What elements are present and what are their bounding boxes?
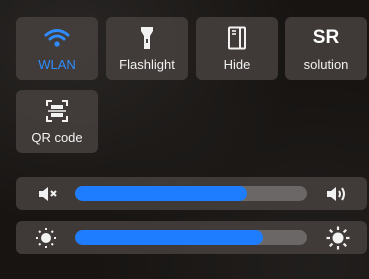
tile-label-wlan: WLAN <box>38 57 76 72</box>
volume-mute-icon[interactable] <box>36 182 60 206</box>
brightness-high-icon[interactable] <box>326 226 350 250</box>
tile-flashlight[interactable]: Flashlight <box>106 17 188 80</box>
hide-icon <box>227 25 247 51</box>
tile-resolution[interactable]: SR solution <box>285 17 367 80</box>
tile-label-flashlight: Flashlight <box>119 57 175 72</box>
wifi-icon <box>44 25 70 51</box>
volume-slider[interactable] <box>75 186 307 201</box>
volume-slider-fill <box>75 186 247 201</box>
brightness-slider-fill <box>75 230 263 245</box>
flashlight-icon <box>140 25 154 51</box>
volume-up-icon[interactable] <box>324 182 348 206</box>
sr-icon: SR <box>313 25 339 51</box>
tile-qr-code[interactable]: QR code <box>16 90 98 153</box>
tile-label-qr-code: QR code <box>31 130 83 145</box>
qr-scan-icon <box>45 98 69 124</box>
brightness-slider[interactable] <box>75 230 307 245</box>
tile-hide[interactable]: Hide <box>196 17 278 80</box>
tile-label-resolution: solution <box>303 57 349 72</box>
volume-slider-row <box>16 177 367 210</box>
tile-label-hide: Hide <box>223 57 251 72</box>
brightness-low-icon[interactable] <box>34 226 58 250</box>
brightness-slider-row <box>16 221 367 254</box>
sr-icon-text: SR <box>312 27 340 48</box>
tile-wlan[interactable]: WLAN <box>16 17 98 80</box>
